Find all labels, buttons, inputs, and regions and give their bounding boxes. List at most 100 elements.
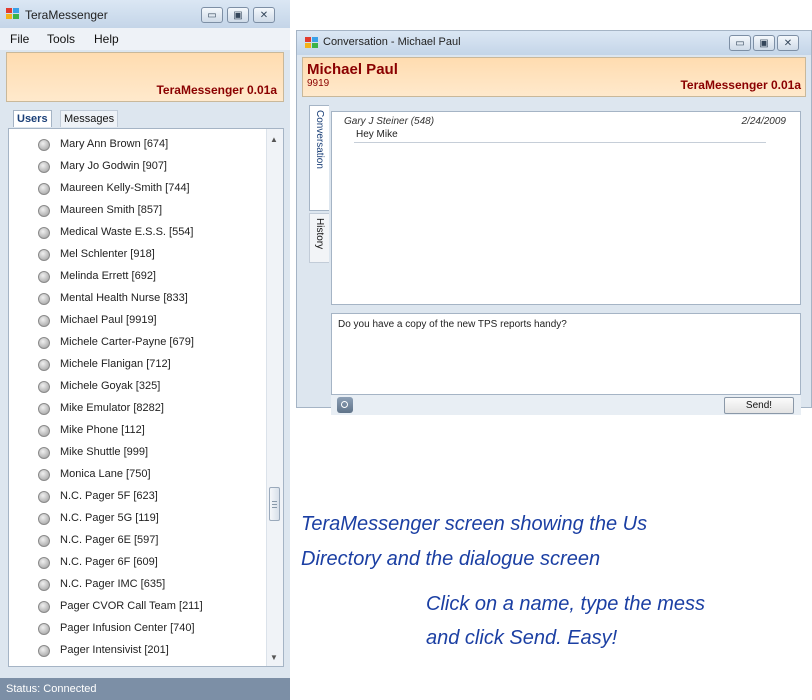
user-name: Pager CVOR Call Team [211] [60,600,203,612]
version-label: TeraMessenger 0.01a [680,78,801,92]
tab-users[interactable]: Users [13,110,52,127]
compose-toolbar: Send! [331,395,801,415]
user-name: Michele Flanigan [712] [60,358,171,370]
minimize-button[interactable]: ▭ [201,7,223,23]
presence-status-icon [38,513,50,525]
contact-number: 9919 [307,78,330,89]
presence-status-icon [38,403,50,415]
scroll-up-arrow[interactable]: ▲ [270,135,278,144]
close-button[interactable]: ✕ [253,7,275,23]
status-text: Status: Connected [6,683,97,695]
user-name: N.C. Pager 5F [623] [60,490,158,502]
attach-icon[interactable] [337,397,353,413]
presence-status-icon [38,161,50,173]
menu-file[interactable]: File [10,32,29,46]
maximize-button[interactable]: ▣ [753,35,775,51]
menu-tools[interactable]: Tools [47,32,75,46]
user-name: Pager Intensivist [201] [60,644,169,656]
presence-status-icon [38,535,50,547]
user-name: Maureen Smith [857] [60,204,163,216]
scroll-thumb[interactable] [269,487,280,521]
presence-status-icon [38,491,50,503]
user-name: Mary Ann Brown [674] [60,138,169,150]
caption-line-1: TeraMessenger screen showing the Us [301,513,648,535]
presence-status-icon [38,139,50,151]
presence-status-icon [38,381,50,393]
app-icon [6,8,20,20]
presence-status-icon [38,601,50,613]
presence-status-icon [38,205,50,217]
compose-input[interactable]: Do you have a copy of the new TPS report… [331,313,801,395]
contact-header: Michael Paul 9919 TeraMessenger 0.01a [302,57,806,97]
main-tabs: Users Messages [8,108,284,129]
tab-messages[interactable]: Messages [60,110,119,127]
user-list: Mary Ann Brown [674] Mary Jo Godwin [907]… [8,128,284,667]
conversation-window: Conversation - Michael Paul ▭ ▣ ✕ Michae… [296,30,812,415]
send-button[interactable]: Send! [724,397,794,414]
presence-status-icon [38,447,50,459]
presence-status-icon [38,227,50,239]
presence-status-icon [38,337,50,349]
tab-conversation-label: Conversation [314,110,325,169]
contact-name: Michael Paul [307,61,398,78]
user-name: N.C. Pager 5G [119] [60,512,159,524]
user-name: N.C. Pager IMC [635] [60,578,166,590]
user-name: Monica Lane [750] [60,468,151,480]
tab-conversation[interactable]: Conversation [309,105,329,211]
main-window-title: TeraMessenger [25,8,108,22]
presence-status-icon [38,645,50,657]
user-name: Michael Paul [9919] [60,314,157,326]
message-date: 2/24/2009 [741,116,787,127]
presence-status-icon [38,425,50,437]
user-name: Mike Shuttle [999] [60,446,149,458]
menu-help[interactable]: Help [94,32,119,46]
maximize-button[interactable]: ▣ [227,7,249,23]
conversation-log: Gary J Steiner (548) 2/24/2009 Hey Mike [331,111,801,305]
main-titlebar[interactable]: TeraMessenger ▭ ▣ ✕ [0,0,290,28]
user-name: Pager Lab [546] [60,666,138,667]
caption-line-4: and click Send. Easy! [426,627,618,649]
presence-status-icon [38,293,50,305]
message-text: Hey Mike [356,129,398,140]
presence-status-icon [38,183,50,195]
user-name: Maureen Kelly-Smith [744] [60,182,190,194]
minimize-button[interactable]: ▭ [729,35,751,51]
tab-history[interactable]: History [309,213,329,263]
scroll-down-arrow[interactable]: ▼ [270,653,278,662]
user-name: Mary Jo Godwin [907] [60,160,167,172]
presence-status-icon [38,469,50,481]
presence-status-icon [38,249,50,261]
message-sender: Gary J Steiner (548) [344,116,435,127]
presence-status-icon [38,315,50,327]
presence-status-icon [38,271,50,283]
presence-status-icon [38,359,50,371]
caption-line-3: Click on a name, type the mess [426,593,706,615]
presence-status-icon [38,579,50,591]
version-label: TeraMessenger 0.01a [156,83,277,97]
app-icon [305,37,319,49]
user-name: N.C. Pager 6E [597] [60,534,159,546]
user-name: Mental Health Nurse [833] [60,292,188,304]
user-name: Pager Infusion Center [740] [60,622,195,634]
user-name: Mike Phone [112] [60,424,145,436]
side-tabs: Conversation History [309,105,331,405]
presence-status-icon [38,623,50,635]
user-name: Mel Schlenter [918] [60,248,155,260]
presence-status-icon [38,557,50,569]
tab-history-label: History [314,218,325,250]
main-window: TeraMessenger ▭ ▣ ✕ File Tools Help Tera… [0,0,290,700]
user-list-scrollbar[interactable]: ▲ ▼ [266,129,283,666]
compose-text[interactable]: Do you have a copy of the new TPS report… [338,319,567,330]
user-name: Mike Emulator [8282] [60,402,164,414]
message-divider [354,142,766,143]
user-name: Melinda Errett [692] [60,270,156,282]
caption-line-2: Directory and the dialogue screen [301,548,601,570]
conversation-titlebar[interactable]: Conversation - Michael Paul ▭ ▣ ✕ [297,31,811,55]
user-name: N.C. Pager 6F [609] [60,556,158,568]
close-button[interactable]: ✕ [777,35,799,51]
status-bar: Status: Connected [0,678,290,700]
user-name: Michele Carter-Payne [679] [60,336,194,348]
user-name: Michele Goyak [325] [60,380,161,392]
user-name: Medical Waste E.S.S. [554] [60,226,194,238]
conversation-window-title: Conversation - Michael Paul [323,36,461,48]
